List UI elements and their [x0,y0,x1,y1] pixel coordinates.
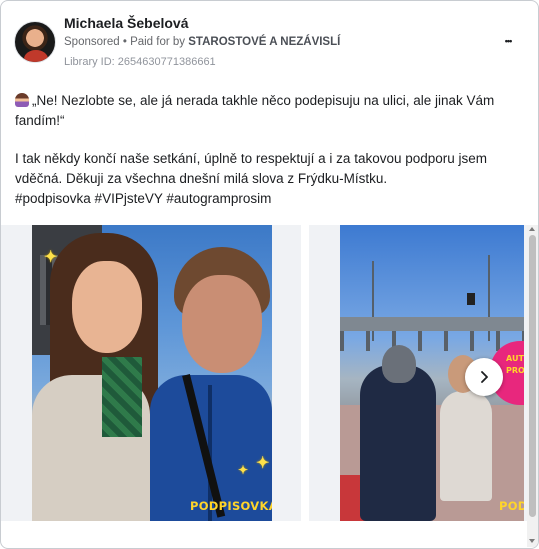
vertical-scrollbar[interactable] [527,225,538,547]
sparkle-icon: ✦ [238,463,249,477]
author-avatar[interactable] [14,21,56,63]
ad-card: Michaela Šebelová Sponsored • Paid for b… [0,0,539,549]
more-glyph: ••• [504,36,513,46]
scroll-up-arrow-icon[interactable] [529,227,535,231]
selfie-photo: ✦ ✦ ✦ PODPISOVKA [32,225,272,521]
post-quote: „Ne! Nezlobte se, ale já nerada takhle n… [15,91,520,131]
post-body: I tak někdy končí naše setkání, úplně to… [15,151,488,186]
post-quote-text: „Ne! Nezlobte se, ale já nerada takhle n… [15,93,495,128]
post-hashtags[interactable]: #podpisovka #VIPjsteVY #autogramprosim [15,189,520,209]
person-white-coat [440,391,492,501]
image-carousel[interactable]: ✦ ✦ ✦ PODPISOVKA AUTOGR [1,225,538,525]
carousel-next-button[interactable] [465,358,503,396]
carousel-slide-1[interactable]: ✦ ✦ ✦ PODPISOVKA [1,225,301,521]
person-back-view [360,365,436,521]
overpass-bridge [340,317,524,351]
chevron-right-icon [481,371,488,383]
scroll-down-arrow-icon[interactable] [529,539,535,543]
library-id: Library ID: 2654630771386661 [64,56,216,68]
scroll-thumb[interactable] [529,235,536,517]
slide1-brand-text: PODPISOVKA [190,499,272,513]
left-person-scarf [102,357,142,437]
author-name[interactable]: Michaela Šebelová [64,15,189,31]
left-person-face [72,261,142,353]
pink-sign-line-2: PROS [506,366,524,375]
sponsored-label: Sponsored [64,36,120,48]
more-options-icon[interactable]: ••• [497,31,519,51]
person-hat [382,345,416,383]
sponsor-name[interactable]: STAROSTOVÉ A NEZÁVISLÍ [188,36,340,48]
sparkle-icon: ✦ [256,455,270,472]
sponsored-meta: Sponsored • Paid for by STAROSTOVÉ A NEZ… [64,36,340,48]
meta-separator: • [122,36,127,48]
slide2-brand-text: PODP [499,499,524,513]
pink-sign-line-1: AUTOGR [506,354,524,363]
paid-for-label: Paid for by [130,36,186,48]
right-person-face [182,275,262,373]
person-emoji-icon [15,93,29,107]
street-sign [467,293,475,305]
sparkle-icon: ✦ [44,249,58,266]
pink-sign-text: AUTOGR PROS [506,353,524,377]
